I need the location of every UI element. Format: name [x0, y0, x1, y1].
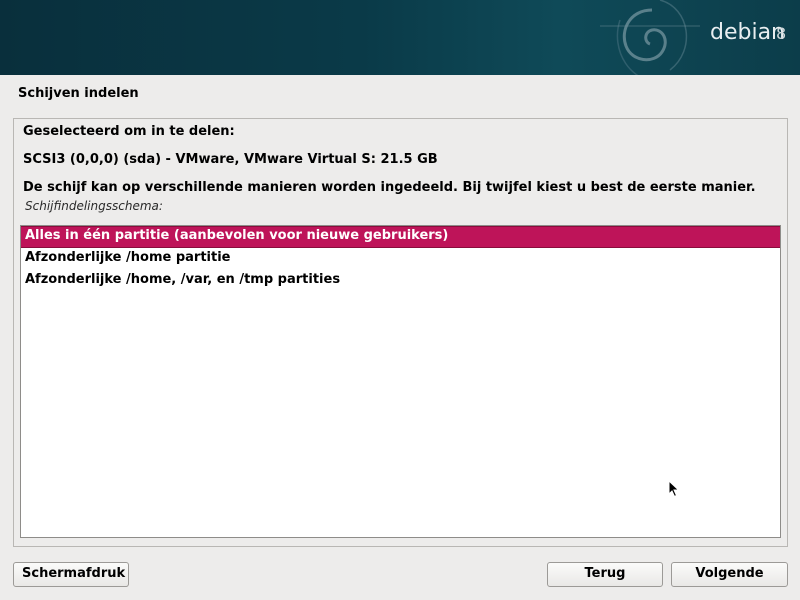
partition-scheme-list[interactable]: Alles in één partitie (aanbevolen voor n… [20, 225, 781, 538]
screenshot-button[interactable]: Schermafdruk [13, 562, 129, 587]
debian-banner: debian 8 [0, 0, 800, 75]
list-item-separate-home[interactable]: Afzonderlijke /home partitie [21, 248, 780, 270]
debian-version: 8 [776, 24, 787, 43]
next-button[interactable]: Volgende [671, 562, 788, 587]
list-label: Schijfindelingsschema: [25, 199, 163, 213]
back-button[interactable]: Terug [547, 562, 663, 587]
list-item-separate-home-var-tmp[interactable]: Afzonderlijke /home, /var, en /tmp parti… [21, 270, 780, 292]
explanation-text: De schijf kan op verschillende manieren … [23, 180, 756, 195]
mouse-pointer-icon [668, 480, 680, 498]
list-item-all-in-one[interactable]: Alles in één partitie (aanbevolen voor n… [21, 226, 780, 248]
selected-heading: Geselecteerd om in te delen: [23, 124, 235, 139]
debian-logo-text: debian [710, 20, 786, 45]
disk-description: SCSI3 (0,0,0) (sda) - VMware, VMware Vir… [23, 152, 438, 167]
debian-swirl-icon [600, 0, 700, 75]
page-title: Schijven indelen [18, 86, 139, 101]
